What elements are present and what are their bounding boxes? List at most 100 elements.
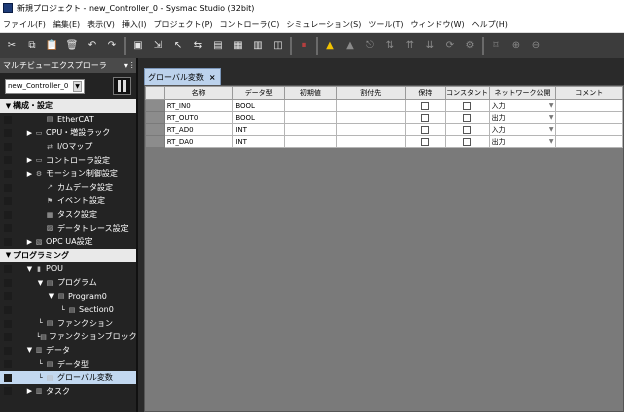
column-header[interactable]: 割付先	[335, 86, 406, 100]
constant-checkbox[interactable]	[463, 113, 472, 122]
menu-item[interactable]: ウィンドウ(W)	[411, 19, 465, 30]
expand-toggle-icon[interactable]: ▼	[36, 279, 45, 287]
compare-icon[interactable]: ⇆	[190, 38, 206, 54]
column-header[interactable]: 名称	[163, 86, 234, 100]
tree-item[interactable]: ▼ ▥ データ	[0, 344, 136, 358]
network-publish-dropdown[interactable]: 入力 ▼	[492, 125, 554, 135]
row-header[interactable]	[145, 99, 165, 112]
initial-value-cell[interactable]	[284, 135, 337, 148]
settings-icon[interactable]: ⚙	[462, 38, 478, 54]
column-header[interactable]: 保持	[404, 86, 446, 100]
refresh-icon[interactable]: ⟳	[442, 38, 458, 54]
zoom-icon[interactable]: ⌑	[488, 38, 504, 54]
expand-toggle-icon[interactable]: ▼	[25, 346, 34, 354]
menu-item[interactable]: 挿入(I)	[122, 19, 147, 30]
network-publish-cell[interactable]: 出力 ▼	[488, 135, 557, 148]
tab-global-variables[interactable]: グローバル変数 ×	[144, 68, 221, 85]
menu-item[interactable]: コントローラ(C)	[220, 19, 280, 30]
copy-icon[interactable]: ⧉	[24, 38, 40, 54]
tree-item[interactable]: ▼ ▮ POU	[0, 262, 136, 276]
column-header[interactable]: コメント	[555, 86, 623, 100]
expand-toggle-icon[interactable]: ▶	[25, 387, 34, 395]
table-row[interactable]: RT_AD0 INT 入力 ▼	[145, 123, 623, 136]
at-cell[interactable]	[335, 135, 406, 148]
network-publish-dropdown[interactable]: 出力 ▼	[492, 137, 554, 147]
download-icon[interactable]: ⇊	[422, 38, 438, 54]
delete-icon[interactable]: 🗑	[64, 38, 80, 54]
pin-icon[interactable]: ▾ ⵗ	[124, 61, 136, 70]
comment-cell[interactable]	[555, 135, 623, 148]
column-header[interactable]: コンスタント	[444, 86, 490, 100]
constant-checkbox[interactable]	[463, 101, 472, 110]
table-row[interactable]: RT_IN0 BOOL 入力 ▼	[145, 99, 623, 112]
expand-toggle-icon[interactable]: ▶	[25, 129, 34, 137]
initial-value-cell[interactable]	[284, 123, 337, 136]
network-publish-dropdown[interactable]: 入力 ▼	[492, 101, 554, 111]
menu-item[interactable]: プロジェクト(P)	[153, 19, 212, 30]
close-icon[interactable]: ×	[209, 73, 216, 82]
transfer-icon[interactable]: ⇅	[382, 38, 398, 54]
controller-status-button[interactable]	[113, 77, 131, 95]
alarm-icon[interactable]: ▲	[342, 38, 358, 54]
menu-item[interactable]: ヘルプ(H)	[472, 19, 508, 30]
at-cell[interactable]	[335, 123, 406, 136]
warning-icon[interactable]: ▲	[322, 38, 338, 54]
retain-checkbox[interactable]	[421, 101, 430, 110]
table-row[interactable]: RT_OUT0 BOOL 出力 ▼	[145, 111, 623, 124]
menu-item[interactable]: ファイル(F)	[3, 19, 46, 30]
menu-item[interactable]: 表示(V)	[87, 19, 115, 30]
data-type-cell[interactable]: BOOL	[232, 111, 286, 124]
tree-item[interactable]: ▶ ▭ コントローラ設定	[0, 153, 136, 167]
column-header[interactable]: データ型	[232, 86, 286, 100]
comment-cell[interactable]	[555, 123, 623, 136]
tag-icon[interactable]: ⎋	[362, 38, 378, 54]
constant-checkbox[interactable]	[463, 125, 472, 134]
at-cell[interactable]	[335, 111, 406, 124]
upload-icon[interactable]: ⇈	[402, 38, 418, 54]
search-icon[interactable]: ▦	[230, 38, 246, 54]
row-header[interactable]	[145, 123, 165, 136]
chevron-down-icon[interactable]: ▼	[549, 114, 554, 121]
expand-toggle-icon[interactable]: ▼	[4, 102, 13, 110]
controller-select[interactable]: new_Controller_0 ▼	[5, 78, 85, 94]
tree-item[interactable]: ▤ EtherCAT	[0, 113, 136, 127]
network-publish-cell[interactable]: 出力 ▼	[488, 111, 557, 124]
variable-name-cell[interactable]: RT_IN0	[163, 99, 234, 112]
redo-icon[interactable]: ↷	[104, 38, 120, 54]
expand-toggle-icon[interactable]: ▶	[25, 170, 34, 178]
tree-item[interactable]: └ ▤ ファンクションブロック	[0, 330, 137, 344]
chevron-down-icon[interactable]: ▼	[549, 126, 554, 133]
output-icon[interactable]: ◫	[270, 38, 286, 54]
paste-icon[interactable]: 📋	[44, 38, 60, 54]
tree-item[interactable]: ▶ ⚙ モーション制御設定	[0, 167, 136, 181]
build-icon[interactable]: ⇲	[150, 38, 166, 54]
data-type-cell[interactable]: BOOL	[232, 99, 286, 112]
comment-cell[interactable]	[555, 99, 623, 112]
data-type-cell[interactable]: INT	[232, 123, 286, 136]
tree-item[interactable]: ▦ タスク設定	[0, 208, 136, 222]
retain-checkbox[interactable]	[421, 113, 430, 122]
tree-item[interactable]: └ ▤ ファンクション	[0, 317, 136, 331]
tree-item[interactable]: ▼ ▤ Program0	[0, 289, 136, 303]
tree-item[interactable]: ▶ ▥ タスク	[0, 384, 136, 398]
menu-item[interactable]: 編集(E)	[53, 19, 80, 30]
tree-item[interactable]: ▶ ▧ OPC UA設定	[0, 235, 136, 249]
row-header[interactable]	[145, 135, 165, 148]
menu-item[interactable]: ツール(T)	[368, 19, 403, 30]
online-icon[interactable]: ⏸	[296, 38, 312, 54]
column-header[interactable]: ネットワーク公開	[488, 86, 557, 100]
tree-item[interactable]: ↗ カムデータ設定	[0, 181, 136, 195]
cross-reference-icon[interactable]: ↖	[170, 38, 186, 54]
tree-item[interactable]: ▼ 構成・設定	[0, 99, 136, 113]
zoom-in-icon[interactable]: ⊕	[508, 38, 524, 54]
find-replace-icon[interactable]: ▥	[250, 38, 266, 54]
retain-checkbox[interactable]	[421, 137, 430, 146]
tree-item[interactable]: └ ▤ Section0	[0, 303, 136, 317]
expand-toggle-icon[interactable]: ▼	[47, 292, 56, 300]
variable-name-cell[interactable]: RT_DA0	[163, 135, 234, 148]
variable-name-cell[interactable]: RT_OUT0	[163, 111, 234, 124]
expand-toggle-icon[interactable]: ▼	[4, 251, 13, 259]
initial-value-cell[interactable]	[284, 111, 337, 124]
initial-value-cell[interactable]	[284, 99, 337, 112]
column-header[interactable]: 初期値	[284, 86, 337, 100]
